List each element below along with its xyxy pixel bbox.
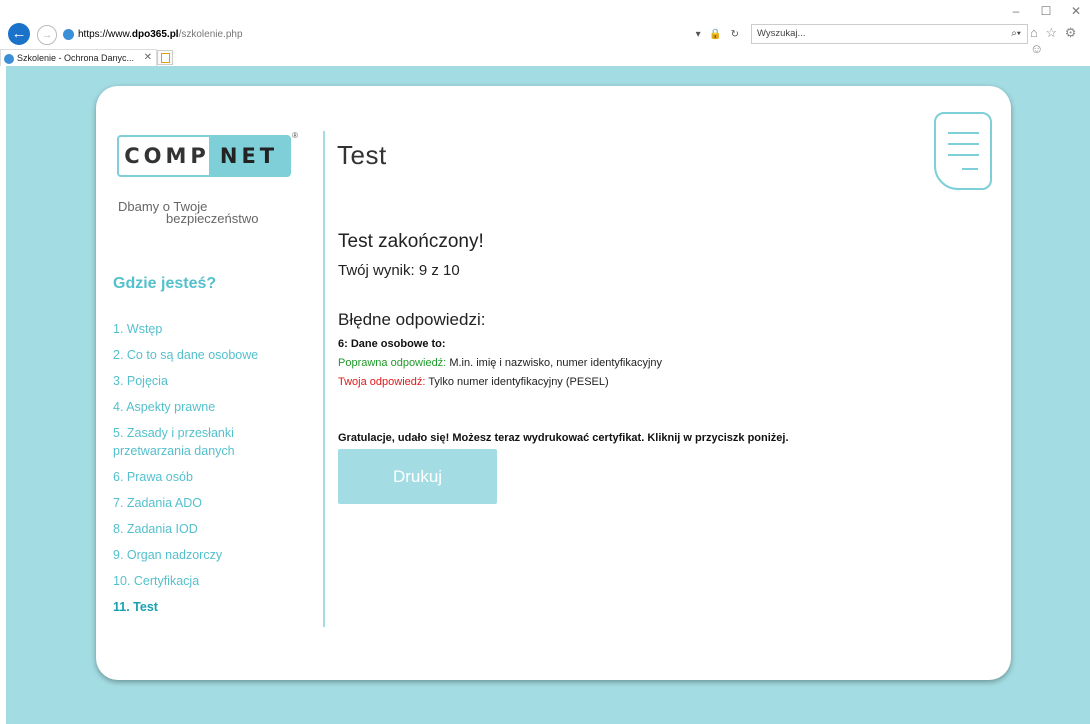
url-path: /szkolenie.php [178, 29, 243, 40]
sidebar-item-3[interactable]: 3. Pojęcia [113, 373, 303, 391]
ie-favicon-icon [4, 53, 14, 64]
sidebar-item-10[interactable]: 10. Certyfikacja [113, 573, 303, 591]
compnet-logo: COMP NET ® [117, 131, 298, 177]
test-completed-heading: Test zakończony! [338, 231, 484, 252]
document-icon [934, 112, 992, 190]
question-text: 6: Dane osobowe to: [338, 338, 446, 350]
sidebar-item-6[interactable]: 6. Prawa osób [113, 469, 303, 487]
page-title: Test [337, 140, 387, 170]
close-tab-icon[interactable]: ✕ [144, 50, 152, 66]
url-protocol: https://www. [78, 29, 132, 40]
maximize-button[interactable]: ☐ [1038, 4, 1054, 18]
content-card: COMP NET ® Dbamy o Twoje bezpieczeństwo … [96, 86, 1011, 680]
address-tools-icons[interactable]: ▾ 🔒 ↻ [696, 25, 742, 45]
where-are-you-heading: Gdzie jesteś? [113, 275, 217, 292]
sidebar-item-8[interactable]: 8. Zadania IOD [113, 521, 303, 539]
your-answer-value: Tylko numer identyfikacyjny (PESEL) [428, 376, 609, 388]
tagline-line-2: bezpieczeństwo [166, 211, 259, 226]
address-bar[interactable]: https://www.dpo365.pl/szkolenie.php ▾ 🔒 … [60, 24, 747, 46]
correct-answer-value: M.in. imię i nazwisko, numer identyfikac… [449, 357, 663, 369]
url-host: dpo365.pl [131, 29, 179, 40]
score-text: Twój wynik: 9 z 10 [338, 262, 460, 279]
close-window-button[interactable]: ✕ [1068, 4, 1084, 18]
tagline: Dbamy o Twoje bezpieczeństwo [118, 200, 298, 226]
toolbar-icons[interactable]: ⌂ ☆ ⚙ ☺ [1030, 25, 1090, 56]
navigation-bar: ← → https://www.dpo365.pl/szkolenie.php … [0, 22, 1090, 56]
correct-answer-line: Poprawna odpowiedź: M.in. imię i nazwisk… [338, 357, 662, 369]
search-icon[interactable]: ⌕▾ [1011, 25, 1021, 43]
wrong-answers-heading: Błędne odpowiedzi: [338, 310, 486, 329]
lesson-navigation: 1. Wstęp 2. Co to są dane osobowe 3. Pojęc… [113, 321, 303, 625]
search-placeholder: Wyszukaj... [757, 28, 806, 39]
sidebar-item-4[interactable]: 4. Aspekty prawne [113, 399, 303, 417]
sidebar-item-2[interactable]: 2. Co to są dane osobowe [113, 347, 303, 365]
arrow-left-icon: ← [11, 25, 27, 42]
window-controls: – ☐ ✕ [1008, 4, 1084, 18]
browser-chrome: – ☐ ✕ ← → https://www.dpo365.pl/szkoleni… [0, 0, 1090, 66]
correct-answer-label: Poprawna odpowiedź: [338, 357, 447, 369]
registered-mark: ® [292, 131, 298, 140]
tab-title: Szkolenie - Ochrona Danyc... [17, 53, 135, 63]
tab-szkolenie[interactable]: Szkolenie - Ochrona Danyc... ✕ [0, 49, 157, 66]
congratulations-message: Gratulacje, udało się! Możesz teraz wydr… [338, 432, 789, 444]
sidebar-item-11[interactable]: 11. Test [113, 599, 303, 617]
sidebar-item-5[interactable]: 5. Zasady i przesłanki przetwarzania dan… [113, 425, 303, 460]
back-button[interactable]: ← [8, 23, 30, 45]
arrow-right-icon: → [41, 29, 53, 41]
sidebar-divider [323, 131, 325, 627]
new-tab-button[interactable] [157, 50, 173, 65]
logo-text-comp: COMP [124, 144, 210, 168]
logo-text-net: NET [209, 137, 289, 175]
sidebar-item-7[interactable]: 7. Zadania ADO [113, 495, 303, 513]
search-box[interactable]: Wyszukaj... ⌕▾ [751, 24, 1028, 44]
sidebar-item-9[interactable]: 9. Organ nadzorczy [113, 547, 303, 565]
print-button[interactable]: Drukuj [338, 449, 497, 504]
sidebar-item-1[interactable]: 1. Wstęp [113, 321, 303, 339]
page-viewport: COMP NET ® Dbamy o Twoje bezpieczeństwo … [6, 66, 1090, 724]
your-answer-line: Twoja odpowiedź: Tylko numer identyfikac… [338, 376, 609, 388]
ie-favicon-icon [63, 28, 74, 40]
minimize-button[interactable]: – [1008, 4, 1024, 18]
your-answer-label: Twoja odpowiedź: [338, 376, 426, 388]
forward-button[interactable]: → [37, 25, 57, 45]
